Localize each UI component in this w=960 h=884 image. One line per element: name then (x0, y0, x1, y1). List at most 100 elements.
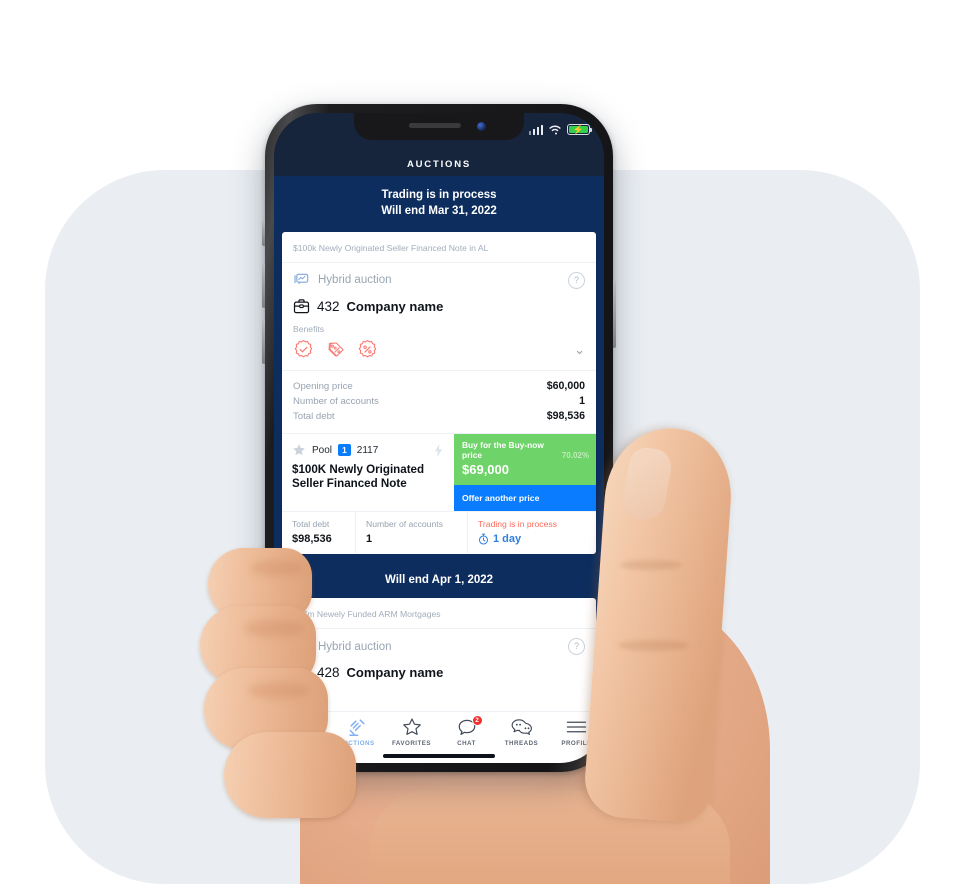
pool-stat-key: Number of accounts (366, 519, 443, 530)
hybrid-auction-icon (294, 273, 309, 285)
briefcase-icon (293, 665, 310, 680)
auction-1-company-number: 432 (317, 298, 340, 314)
buy-now-label: Buy for the Buy-now price (462, 439, 544, 461)
chat-unread-badge: 2 (471, 715, 483, 726)
phone-device: ⚡ AUCTIONS Trading is in process Will en… (262, 104, 616, 772)
auction-2-type-label: Hybrid auction (318, 640, 392, 653)
pool-id: 2117 (356, 444, 379, 456)
volume-down-button[interactable] (262, 320, 265, 364)
pool-title: $100K Newly Originated Seller Financed N… (292, 462, 425, 491)
auction-1-type-label: Hybrid auction (318, 274, 392, 287)
chevron-down-icon[interactable]: ⌄ (574, 343, 585, 356)
home-indicator[interactable] (383, 754, 495, 758)
auction-1-benefits-row: ⌄ (282, 337, 596, 371)
banner-status: Trading is in process (381, 189, 497, 201)
pool-time-left-text: 1 day (493, 533, 522, 546)
auction-1-banner: Trading is in process Will end Mar 31, 2… (274, 176, 604, 232)
pool-badge: 1 (338, 444, 351, 457)
pool-block[interactable]: Pool 1 2117 $100K Newly Originated Selle… (282, 432, 596, 512)
earpiece-speaker (408, 123, 461, 128)
lightning-bolt-icon (434, 443, 443, 457)
pool-stat-value: $98,536 (292, 533, 332, 546)
stat-value: 1 (579, 395, 585, 408)
pool-stat-key: Total debt (292, 519, 330, 530)
auction-1-subtitle: $100k Newly Originated Seller Financed N… (282, 232, 596, 263)
gavel-icon (347, 717, 367, 737)
pool-info: Pool 1 2117 $100K Newly Originated Selle… (282, 434, 454, 512)
auction-1-company-name: Company name (346, 298, 444, 314)
volume-up-button[interactable] (262, 264, 265, 308)
discount-badge-percent-icon (358, 339, 377, 358)
verified-badge-icon (294, 339, 313, 358)
pool-stat-value: 1 (366, 533, 373, 546)
price-tags-percent-icon (328, 342, 344, 357)
briefcase-icon (293, 298, 310, 313)
wifi-icon (549, 125, 561, 135)
offer-another-price-button[interactable]: Offer another price (454, 485, 596, 512)
list-gap (274, 554, 604, 564)
front-camera (477, 122, 486, 131)
tab-label: FAVORITES (391, 740, 432, 747)
pool-stat-status: Trading is in process 1 day (468, 512, 596, 554)
pool-time-left: 1 day (478, 533, 586, 545)
pool-stat-total-debt: Total debt $98,536 (282, 512, 356, 555)
auction-2-subtitle: $17m Newely Funded ARM Mortgages (282, 598, 596, 630)
screenshot-stage: ⚡ AUCTIONS Trading is in process Will en… (0, 0, 960, 884)
auctions-list[interactable]: Trading is in process Will end Mar 31, 2… (274, 176, 604, 763)
pool-actions: Buy for the Buy-now price $69,000 70.02%… (454, 433, 596, 512)
signal-bars-icon (528, 124, 543, 135)
tab-label: THREADS (504, 740, 539, 747)
tab-my-portfolio[interactable]: MY PORTFOLI... (274, 717, 329, 747)
pool-stats: Total debt $98,536 Number of accounts 1 … (282, 511, 596, 555)
stat-row: Total debt $98,536 (293, 409, 585, 424)
tab-label: PROFILE (561, 740, 592, 747)
auction-1-company-row: 432 Company name (282, 295, 596, 324)
auction-card-2[interactable]: $17m Newely Funded ARM Mortgages Hybrid … (282, 598, 596, 719)
power-button[interactable] (613, 280, 616, 348)
pool-label: Pool (312, 444, 333, 456)
tab-favorites[interactable]: FAVORITES (384, 717, 439, 747)
tab-label: MY PORTFOLI... (274, 740, 329, 747)
notch (354, 113, 524, 140)
auction-2-banner: Will end Apr 1, 2022 (274, 563, 604, 599)
stat-value: $60,000 (546, 380, 585, 393)
status-icons: ⚡ (528, 124, 593, 135)
question-mark-icon[interactable]: ? (568, 638, 585, 656)
pool-status-label: Trading is in process (478, 519, 557, 530)
target-crosshair-icon (292, 717, 311, 737)
stat-key: Number of accounts (293, 396, 379, 408)
hybrid-auction-icon (294, 640, 309, 652)
question-mark-icon[interactable]: ? (568, 271, 585, 289)
buy-now-price: $69,000 (462, 462, 509, 478)
tab-auctions[interactable]: AUCTIONS (329, 717, 384, 747)
auction-2-company-name: Company name (346, 665, 444, 681)
tab-threads[interactable]: THREADS (494, 717, 549, 747)
auction-2-company-row: 428 Company name (282, 661, 596, 690)
auction-2-company-number: 428 (317, 665, 340, 681)
pool-header: Pool 1 2117 (292, 443, 444, 458)
mute-switch[interactable] (262, 220, 265, 246)
stat-row: Opening price $60,000 (293, 379, 585, 394)
auction-1-benefits-label: Benefits (293, 323, 325, 334)
phone-screen: ⚡ AUCTIONS Trading is in process Will en… (274, 113, 604, 763)
battery-charging-icon: ⚡ (567, 124, 593, 135)
stat-key: Opening price (293, 381, 353, 393)
stat-value: $98,536 (546, 410, 585, 423)
chat-threads-icon (511, 717, 533, 737)
tab-profile[interactable]: PROFILE (549, 717, 604, 747)
star-icon[interactable] (292, 443, 306, 457)
hamburger-menu-icon (566, 717, 587, 737)
stat-row: Number of accounts 1 (293, 394, 585, 409)
star-outline-icon (402, 717, 422, 737)
tab-label: CHAT (457, 740, 476, 747)
tab-chat[interactable]: 2 CHAT (439, 715, 494, 747)
buy-now-button[interactable]: Buy for the Buy-now price $69,000 70.02% (454, 433, 596, 486)
buy-now-percent: 70.02% (561, 450, 589, 460)
auction-card-1[interactable]: $100k Newly Originated Seller Financed N… (282, 231, 596, 555)
tab-label: AUCTIONS (338, 740, 375, 747)
status-bar: ⚡ (274, 113, 604, 153)
banner-end-date: Will end Mar 31, 2022 (381, 205, 497, 218)
stat-key: Total debt (293, 411, 335, 423)
auction-1-stats: Opening price $60,000 Number of accounts… (282, 371, 596, 433)
auction-1-type-row: Hybrid auction ? (282, 263, 596, 295)
